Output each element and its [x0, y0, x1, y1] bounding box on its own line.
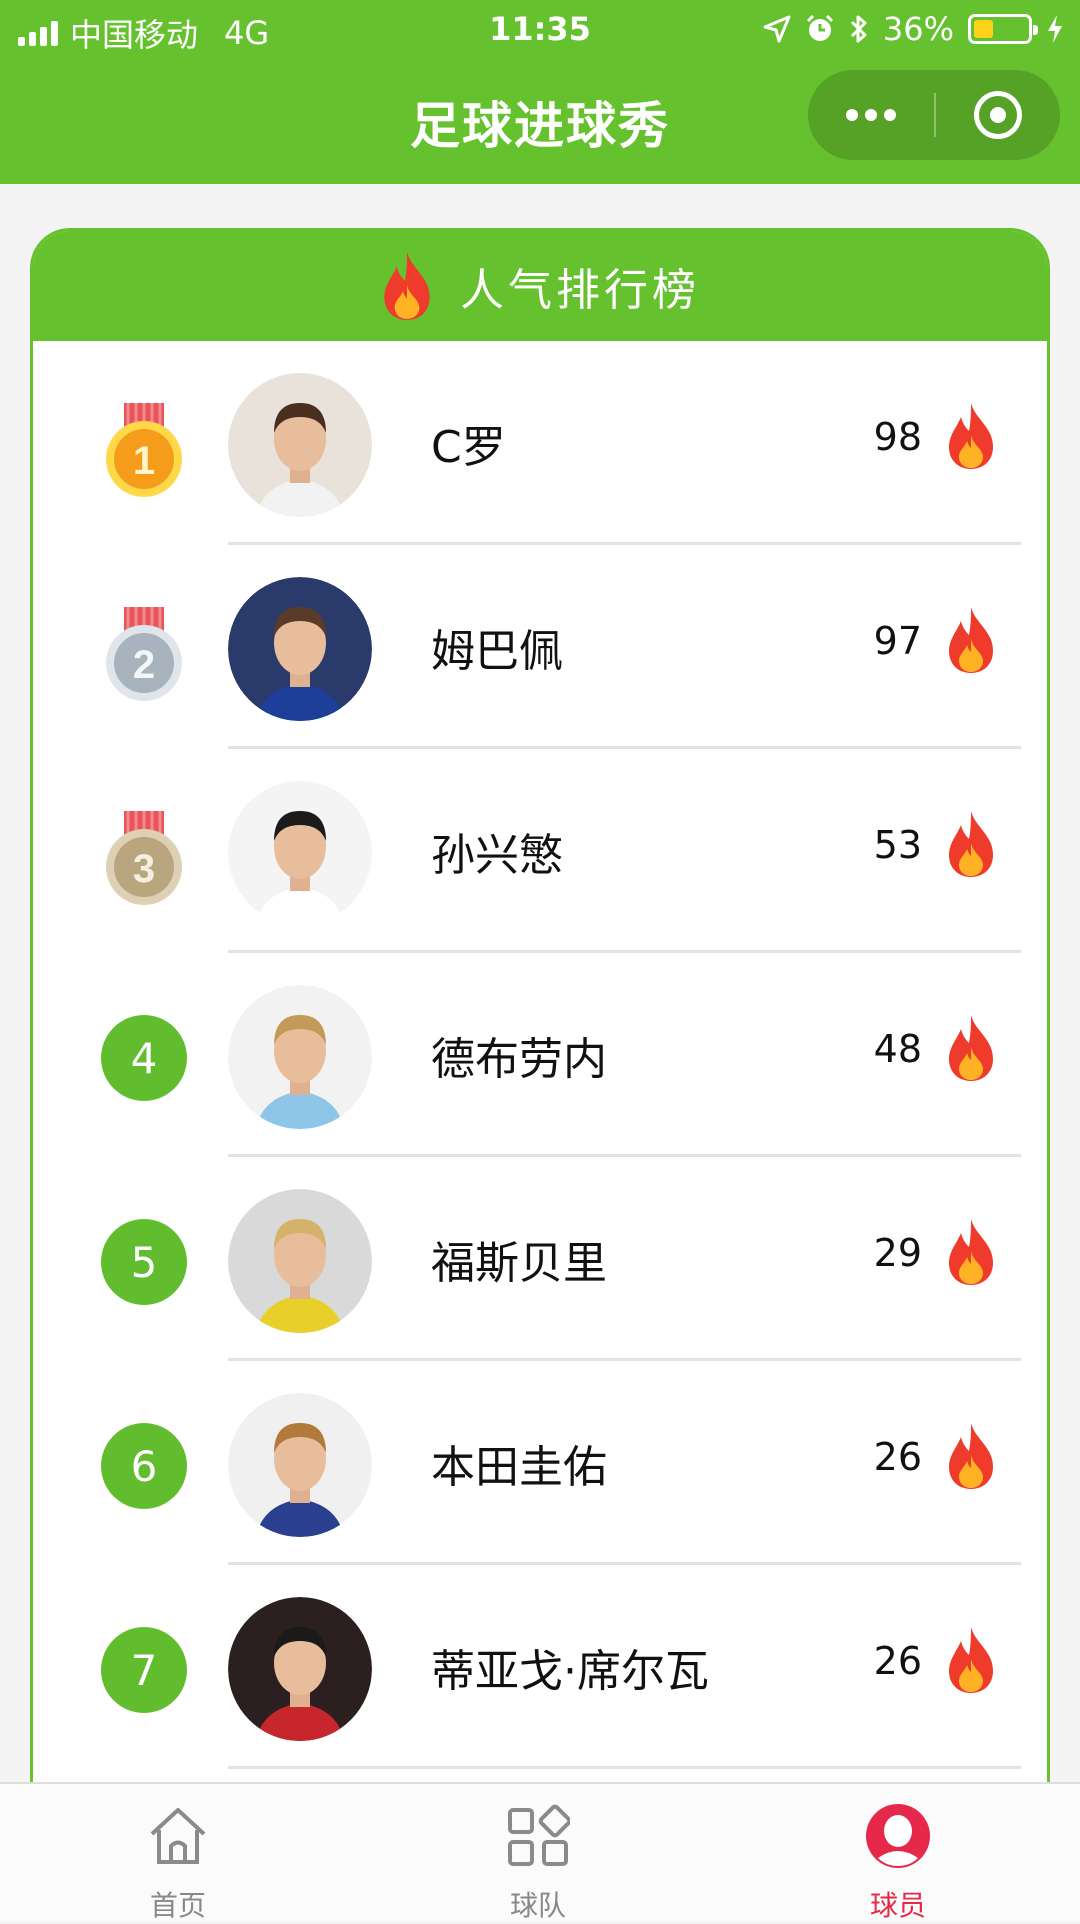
miniprogram-capsule [808, 70, 1060, 160]
flame-icon [384, 252, 430, 320]
ranking-row[interactable]: 6 本田圭佑 26 [33, 1361, 1047, 1565]
status-icons: 36% [763, 10, 1064, 48]
ranking-row[interactable]: 1 C罗 98 [33, 341, 1047, 545]
flame-icon [949, 1627, 993, 1693]
leaderboard-card: 人气排行榜 1 C罗 98 2 姆巴佩 97 3 孙兴慜 53 4 德布劳内 48 5 福斯贝里 29 6 本田… [30, 228, 1050, 1788]
player-name: C罗 [431, 422, 506, 473]
medal-rank-number: 1 [133, 439, 155, 483]
bottom-tab-bar: 首页 球队 球员 [0, 1782, 1080, 1923]
bronze-medal-icon: 3 [106, 811, 182, 905]
tab-home[interactable]: 首页 [78, 1784, 278, 1923]
user-icon [866, 1804, 930, 1868]
grid-icon [508, 1804, 570, 1866]
rank-number: 6 [101, 1423, 187, 1509]
battery-icon [968, 14, 1038, 44]
tab-players[interactable]: 球员 [798, 1784, 998, 1923]
rank-number: 4 [101, 1015, 187, 1101]
status-bar: 中国移动 4G 11:35 36% [0, 0, 1080, 58]
gold-medal-icon: 1 [106, 403, 182, 497]
popularity-score: 26 [873, 1435, 922, 1479]
ranking-row[interactable]: 5 福斯贝里 29 [33, 1157, 1047, 1361]
charging-icon [1048, 15, 1062, 43]
tab-home-label: 首页 [149, 1889, 206, 1922]
bluetooth-icon [850, 15, 867, 43]
player-avatar [228, 781, 372, 925]
flame-icon [949, 1423, 993, 1489]
ranking-row[interactable]: 4 德布劳内 48 [33, 953, 1047, 1157]
flame-icon [949, 1015, 993, 1081]
player-avatar [228, 985, 372, 1129]
battery-percent: 36% [882, 10, 954, 48]
home-icon [150, 1808, 206, 1864]
alarm-icon [806, 14, 833, 41]
popularity-score: 53 [873, 823, 922, 867]
flame-icon [949, 403, 993, 469]
player-name: 本田圭佑 [431, 1442, 607, 1493]
player-name: 福斯贝里 [431, 1238, 607, 1289]
navigation-bar: 足球进球秀 [0, 58, 1080, 184]
medal-rank-number: 2 [133, 643, 155, 687]
leaderboard-title: 人气排行榜 [460, 265, 700, 316]
row-divider [228, 1766, 1021, 1769]
popularity-score: 98 [873, 415, 922, 459]
player-name: 蒂亚戈·席尔瓦 [431, 1646, 709, 1697]
player-avatar [228, 373, 372, 517]
popularity-score: 97 [873, 619, 922, 663]
rank-number: 5 [101, 1219, 187, 1305]
flame-icon [949, 811, 993, 877]
player-name: 孙兴慜 [431, 830, 563, 881]
target-icon [974, 91, 1022, 139]
tab-teams-label: 球队 [509, 1889, 566, 1922]
ranking-row[interactable]: 2 姆巴佩 97 [33, 545, 1047, 749]
location-arrow-icon [763, 15, 791, 43]
popularity-score: 26 [873, 1639, 922, 1683]
medal-rank-number: 3 [133, 847, 155, 891]
popularity-score: 48 [873, 1027, 922, 1071]
ranking-row[interactable]: 3 孙兴慜 53 [33, 749, 1047, 953]
tab-teams[interactable]: 球队 [438, 1784, 638, 1923]
player-avatar [228, 1189, 372, 1333]
leaderboard-header: 人气排行榜 [33, 231, 1047, 341]
ranking-row[interactable]: 7 蒂亚戈·席尔瓦 26 [33, 1565, 1047, 1769]
silver-medal-icon: 2 [106, 607, 182, 701]
flame-icon [949, 1219, 993, 1285]
player-avatar [228, 577, 372, 721]
tab-players-label: 球员 [869, 1889, 926, 1922]
close-miniprogram-button[interactable] [936, 70, 1060, 160]
more-menu-button[interactable] [808, 70, 934, 160]
rank-number: 7 [101, 1627, 187, 1713]
player-name: 姆巴佩 [431, 626, 563, 677]
ranking-list: 1 C罗 98 2 姆巴佩 97 3 孙兴慜 53 4 德布劳内 48 5 福斯贝里 29 6 本田圭佑 26 7 蒂… [33, 341, 1047, 1769]
popularity-score: 29 [873, 1231, 922, 1275]
player-avatar [228, 1393, 372, 1537]
player-avatar [228, 1597, 372, 1741]
player-name: 德布劳内 [431, 1034, 607, 1085]
flame-icon [949, 607, 993, 673]
